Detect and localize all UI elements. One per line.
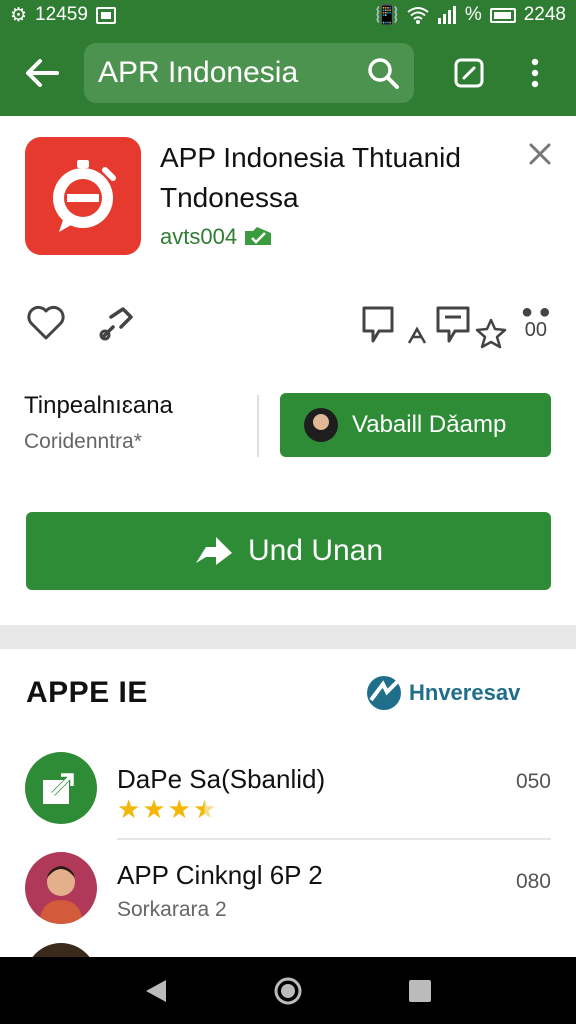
export-icon [43,772,75,804]
star-half-icon: ★ [192,794,217,824]
heart-icon[interactable] [27,305,65,341]
app-developer[interactable]: avts004 [160,224,273,250]
primary-action-label: Und Unan [247,534,384,567]
action-row: ● ● 00 [25,302,555,351]
back-button[interactable] [0,30,84,116]
app-bar: APR Indonesia [0,30,576,116]
app-title: APP Indonesia Thtuanid Tndonessa [160,142,461,213]
battery-icon [489,7,516,23]
rating-stars: ★ ★ ★ ★ [117,796,216,822]
back-arrow-icon [26,59,59,87]
app-icon[interactable] [25,137,141,255]
send-arrow-icon [195,537,232,565]
close-icon[interactable] [526,140,554,168]
list-item-title: APP Cinkngl 6P 2 [117,860,323,890]
contact-button[interactable]: Vabaill Dǎamp [280,393,551,457]
vertical-divider [257,395,259,457]
section-title: APPE IE [26,676,148,709]
info-subtitle: Coridenntra* [24,430,142,453]
comment-icon[interactable] [361,305,395,345]
status-right-text: 2248 [523,4,566,25]
info-title: Tinpealnıɛana [24,392,173,419]
status-time: 12459 [35,4,88,25]
nav-home-icon [274,977,302,1004]
list-item-avatar [25,852,97,924]
overflow-menu-button[interactable] [502,30,568,116]
primary-action-button[interactable]: Und Unan [26,512,551,590]
status-bar: ⚙ 12459 📳 % 2248 [0,0,576,30]
globe-logo-icon [367,676,401,710]
search-field[interactable]: APR Indonesia [84,43,414,103]
nav-back-icon [146,979,166,1002]
star-full-icon: ★ [167,794,191,824]
star-full-icon: ★ [142,794,166,824]
wifi-icon [407,7,429,24]
section-link[interactable]: Hnveresav [365,674,520,712]
nav-recents-icon [409,979,431,1002]
search-text: APR Indonesia [98,56,299,89]
nav-recents-button[interactable] [400,971,440,1011]
chat-stopwatch-icon [53,160,116,232]
list-item[interactable]: APP Cinkngl 6P 2 Sorkarara 2 080 [0,850,576,940]
verified-badge-icon [245,227,272,245]
nav-home-button[interactable] [268,971,308,1011]
list-item[interactable]: DaPe Sa(Sbanlid) ★ ★ ★ ★ 050 [0,750,576,840]
nav-back-button[interactable] [136,971,176,1011]
notification-icon: ⚙ [10,4,28,26]
list-item-meta: 050 [515,770,551,793]
signal-icon [437,6,456,24]
more-options-icon[interactable]: ● ● 00 [521,302,551,341]
list-item-title: DaPe Sa(Sbanlid) [117,764,326,794]
contact-avatar [304,408,338,442]
list-item-meta: 080 [515,870,551,893]
edit-button[interactable] [436,30,502,116]
section-separator [0,625,576,649]
share-link-icon[interactable] [97,305,137,343]
search-icon[interactable] [366,56,400,90]
bookmark-icon[interactable] [435,305,471,345]
battery-percent: % [464,4,482,25]
list-item-subtitle: Sorkarara 2 [117,898,227,921]
small-pin-icon [407,326,427,344]
edit-icon [454,58,484,88]
developer-name: avts004 [160,224,238,249]
oo-icon: 00 [524,319,547,341]
vibrate-icon: 📳 [375,5,399,26]
section-link-label: Hnveresav [409,680,521,705]
contact-label: Vabaill Dǎamp [352,411,507,438]
navigation-bar [0,957,576,1024]
star-full-icon: ★ [117,794,141,824]
star-icon[interactable] [475,317,507,349]
list-divider [117,838,551,840]
list-item-app-icon [25,752,97,824]
person-avatar-icon [39,866,83,924]
more-vert-icon [531,58,539,88]
app-notification-icon [95,6,116,24]
